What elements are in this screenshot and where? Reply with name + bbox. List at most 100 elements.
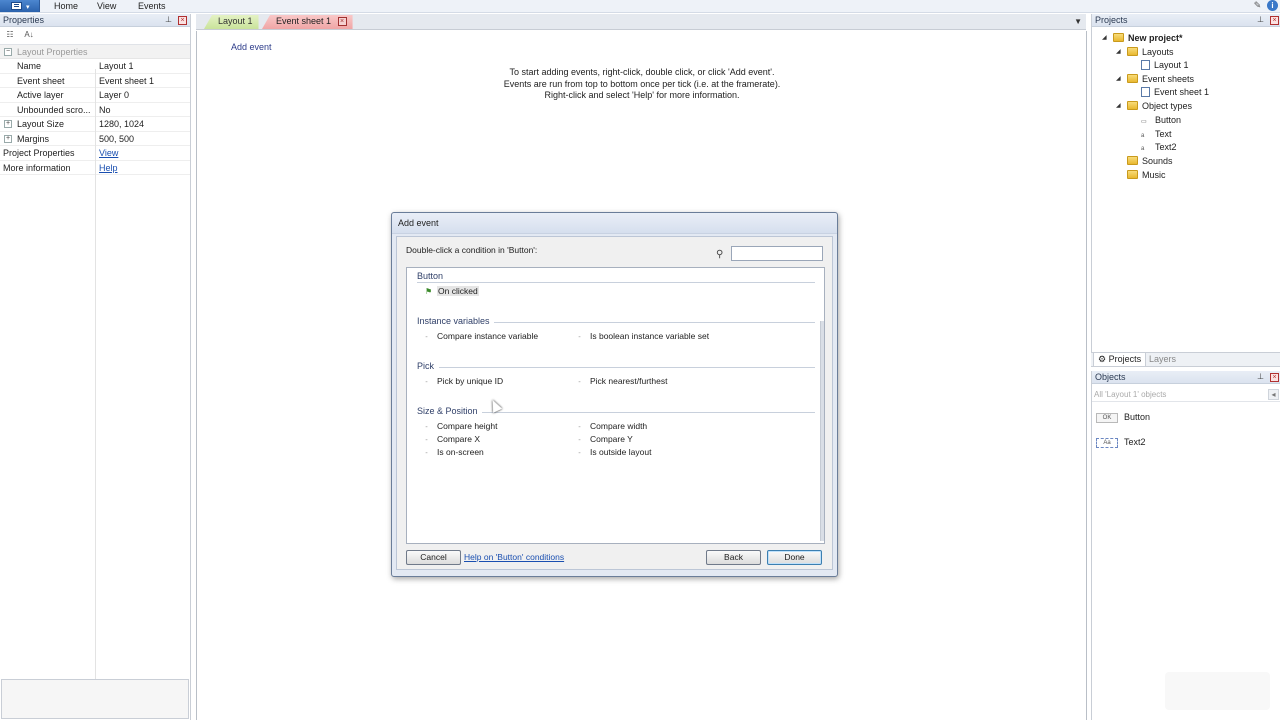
condition-compare-y[interactable]: ⁃ Compare Y xyxy=(578,433,633,447)
tree-item-event-sheets[interactable]: ◢ Event sheets xyxy=(1116,73,1194,86)
close-icon[interactable]: × xyxy=(337,17,347,27)
tree-item-object-button[interactable]: ▭ Button xyxy=(1141,114,1181,127)
condition-is-on-screen[interactable]: ⁃ Is on-screen xyxy=(425,446,484,460)
search-input[interactable] xyxy=(731,246,823,261)
condition-icon: ⁃ xyxy=(425,380,428,386)
pin-icon[interactable]: ⊥ xyxy=(1257,372,1264,381)
tree-item-object-text[interactable]: a Text xyxy=(1141,128,1172,141)
chevron-down-icon[interactable]: ▼ xyxy=(1074,17,1082,26)
expanded-arrow-icon[interactable]: ◢ xyxy=(1116,46,1121,59)
expanded-arrow-icon[interactable]: ◢ xyxy=(1116,73,1121,86)
condition-compare-width[interactable]: ⁃ Compare width xyxy=(578,420,647,434)
info-icon[interactable]: i xyxy=(1267,0,1278,11)
column-divider[interactable] xyxy=(95,69,96,691)
condition-icon: ⁃ xyxy=(425,335,428,341)
tab-projects[interactable]: ⚙ Projects xyxy=(1093,353,1147,367)
property-section-layout[interactable]: − Layout Properties xyxy=(0,45,190,59)
tree-item-sounds[interactable]: Sounds xyxy=(1127,155,1173,168)
close-icon[interactable]: × xyxy=(1270,16,1279,25)
tree-item-event-sheet-1[interactable]: Event sheet 1 xyxy=(1141,86,1209,99)
condition-pick-by-unique-id[interactable]: ⁃ Pick by unique ID xyxy=(425,375,503,389)
filter-icon[interactable]: ◂ xyxy=(1268,389,1279,400)
help-link[interactable]: Help on 'Button' conditions xyxy=(464,552,564,562)
section-label: Layout Properties xyxy=(17,47,88,57)
group-label-button: Button xyxy=(417,271,444,281)
menu-view[interactable]: View xyxy=(97,1,116,11)
tree-item-object-types[interactable]: ◢ Object types xyxy=(1116,100,1192,113)
condition-compare-height[interactable]: ⁃ Compare height xyxy=(425,420,497,434)
tree-item-project[interactable]: ◢ New project* xyxy=(1102,32,1183,45)
add-event-link[interactable]: Add event xyxy=(231,42,272,52)
property-key: Active layer xyxy=(17,90,64,100)
tree-item-layouts[interactable]: ◢ Layouts xyxy=(1116,46,1174,59)
close-icon[interactable]: × xyxy=(1270,373,1279,382)
property-value[interactable]: Layer 0 xyxy=(99,88,129,102)
condition-list[interactable]: Button ⚑ On clicked Instance variables ⁃ C… xyxy=(406,267,825,544)
condition-icon: ⁃ xyxy=(425,451,428,457)
text-thumbnail: Aa xyxy=(1096,437,1118,448)
cancel-button[interactable]: Cancel xyxy=(406,550,461,565)
condition-label: Pick by unique ID xyxy=(437,376,504,386)
objects-title: Objects xyxy=(1095,372,1126,382)
back-button[interactable]: Back xyxy=(706,550,761,565)
wrench-icon[interactable]: ✎ xyxy=(1252,0,1263,11)
tree-label: Button xyxy=(1155,115,1182,125)
expand-icon[interactable]: + xyxy=(4,134,12,143)
collapse-icon[interactable]: − xyxy=(4,48,12,56)
tab-label: Projects xyxy=(1108,354,1142,364)
projects-layers-tabs: ⚙ Projects Layers xyxy=(1091,352,1280,367)
menu-events[interactable]: Events xyxy=(138,1,166,11)
property-key: Layout Size xyxy=(17,119,65,129)
objects-filter[interactable]: All 'Layout 1' objects ◂ xyxy=(1092,387,1280,402)
property-value[interactable]: No xyxy=(99,103,111,117)
expand-icon[interactable]: + xyxy=(4,120,12,128)
dialog-body: Double-click a condition in 'Button': ⚲ … xyxy=(396,236,833,570)
expanded-arrow-icon[interactable]: ◢ xyxy=(1102,32,1107,45)
tree-label: Text2 xyxy=(1155,142,1177,152)
folder-icon xyxy=(1127,170,1138,180)
tree-item-music[interactable]: Music xyxy=(1127,169,1166,182)
condition-compare-instance-variable[interactable]: ⁃ Compare instance variable xyxy=(425,330,538,344)
property-value[interactable]: Event sheet 1 xyxy=(99,74,154,88)
condition-label: Compare width xyxy=(590,421,648,431)
tab-event-sheet-1[interactable]: Event sheet 1 × xyxy=(262,15,353,29)
tree-item-object-text2[interactable]: a Text2 xyxy=(1141,141,1177,154)
tree-label: Event sheet 1 xyxy=(1154,87,1210,97)
condition-pick-nearest-furthest[interactable]: ⁃ Pick nearest/furthest xyxy=(578,375,667,389)
pin-icon[interactable]: ⊥ xyxy=(165,15,172,24)
list-scrollbar[interactable] xyxy=(820,321,824,541)
condition-is-outside-layout[interactable]: ⁃ Is outside layout xyxy=(578,446,651,460)
pin-icon[interactable]: ⊥ xyxy=(1257,15,1264,24)
tab-layers[interactable]: Layers xyxy=(1145,353,1180,367)
expanded-arrow-icon[interactable]: ◢ xyxy=(1116,100,1121,113)
project-properties-view-link[interactable]: View xyxy=(99,146,118,160)
property-value[interactable]: 1280, 1024 xyxy=(99,117,144,131)
properties-title: Properties xyxy=(3,15,45,25)
condition-compare-x[interactable]: ⁃ Compare X xyxy=(425,433,480,447)
object-item-button[interactable]: OK Button xyxy=(1096,411,1150,423)
group-divider xyxy=(417,282,815,283)
tab-layout-1[interactable]: Layout 1 xyxy=(204,15,259,29)
condition-on-clicked[interactable]: ⚑ On clicked xyxy=(425,285,479,298)
categorized-icon[interactable]: ☷ xyxy=(4,30,16,42)
tree-label: Layout 1 xyxy=(1154,60,1189,70)
tab-label: Event sheet 1 xyxy=(276,16,332,26)
property-value[interactable]: 500, 500 xyxy=(99,132,134,146)
property-value[interactable]: Layout 1 xyxy=(99,59,134,73)
document-tabs: Layout 1 Event sheet 1 × ▼ xyxy=(196,14,1086,30)
menu-home[interactable]: Home xyxy=(54,1,78,11)
properties-toolbar: ☷ A↓ xyxy=(0,27,190,45)
more-information-help-link[interactable]: Help xyxy=(99,161,118,175)
instruction-line: Right-click and select 'Help' for more i… xyxy=(544,90,740,100)
tree-item-layout-1[interactable]: Layout 1 xyxy=(1141,59,1189,72)
sort-alpha-icon[interactable]: A↓ xyxy=(23,30,35,42)
object-item-text2[interactable]: Aa Text2 xyxy=(1096,436,1146,448)
app-menu-button[interactable]: ▾ xyxy=(0,0,40,12)
condition-is-boolean-instance-variable-set[interactable]: ⁃ Is boolean instance variable set xyxy=(578,330,709,344)
dialog-prompt: Double-click a condition in 'Button': xyxy=(406,245,538,255)
dialog-title[interactable]: Add event xyxy=(392,213,837,234)
condition-label: Compare X xyxy=(437,434,480,444)
done-button[interactable]: Done xyxy=(767,550,822,565)
condition-label: On clicked xyxy=(437,286,479,296)
close-icon[interactable]: × xyxy=(178,16,187,25)
